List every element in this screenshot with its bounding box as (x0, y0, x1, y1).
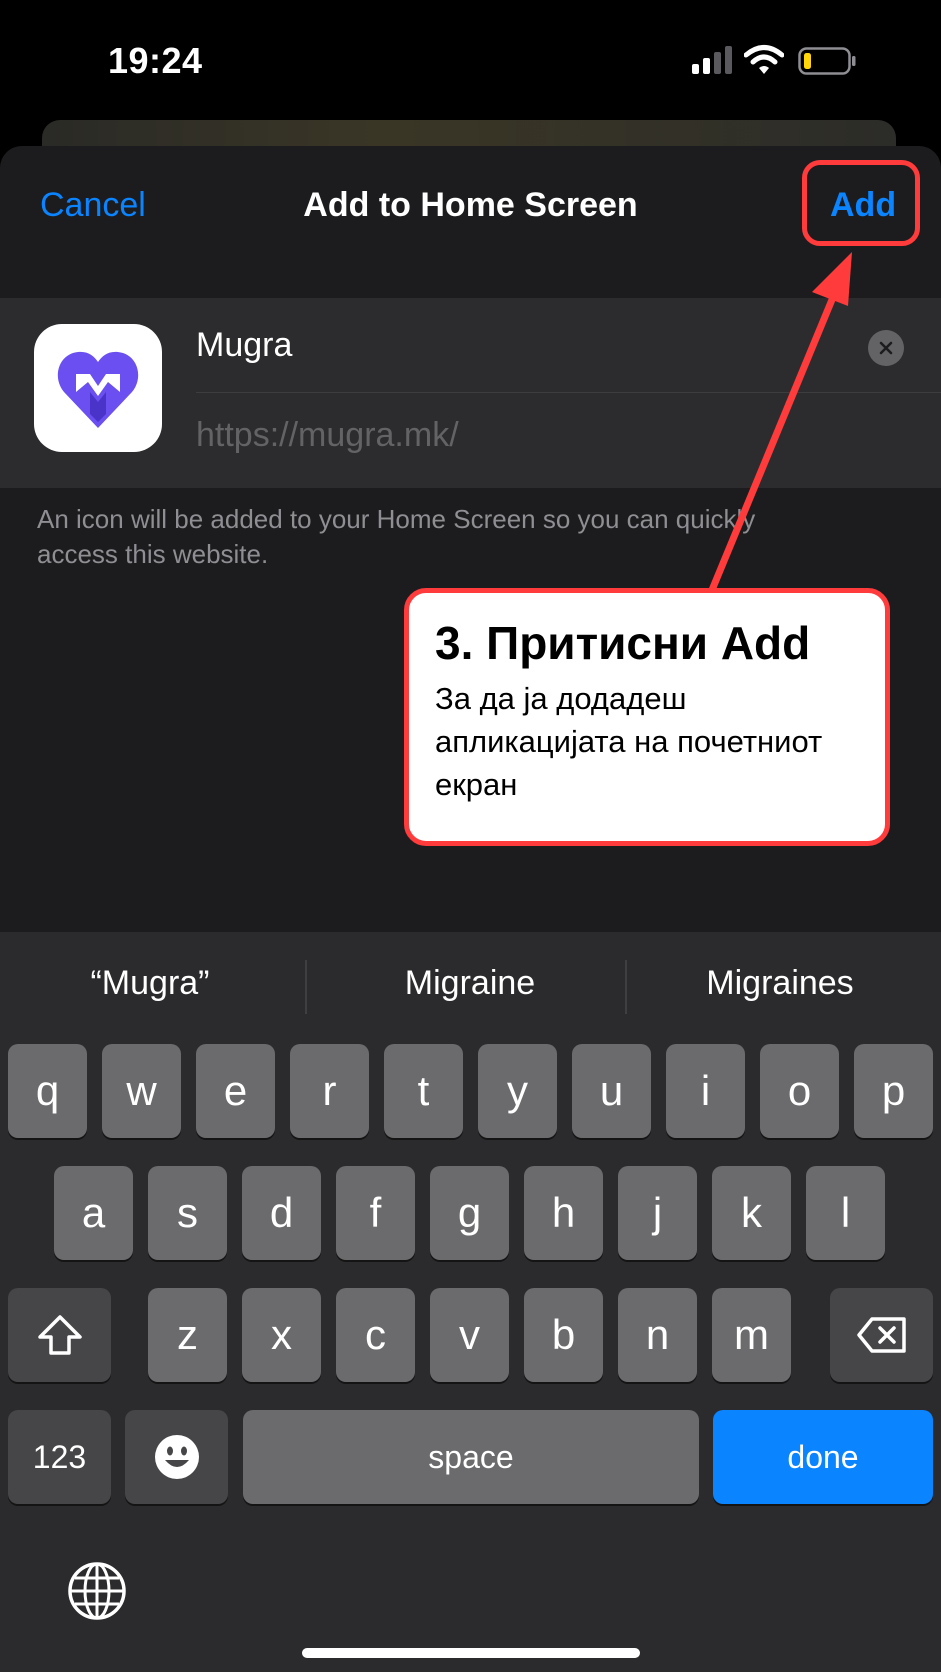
key-y[interactable]: y (478, 1044, 557, 1138)
key-d[interactable]: d (242, 1166, 321, 1260)
app-logo-icon (34, 324, 162, 452)
key-m[interactable]: m (712, 1288, 791, 1382)
suggestion-divider (625, 960, 627, 1014)
key-h[interactable]: h (524, 1166, 603, 1260)
key-g[interactable]: g (430, 1166, 509, 1260)
signal-icon (692, 46, 732, 74)
emoji-icon (154, 1435, 199, 1479)
key-j[interactable]: j (618, 1166, 697, 1260)
sheet-navbar: Cancel Add to Home Screen Add (0, 146, 941, 298)
delete-key[interactable] (830, 1288, 933, 1382)
key-t[interactable]: t (384, 1044, 463, 1138)
instruction-callout: 3. Притисни Add За да ја додадеш апликац… (404, 588, 890, 846)
callout-body: За да ја додадеш апликацијата на почетни… (435, 681, 823, 802)
home-indicator (302, 1648, 640, 1658)
emoji-key[interactable] (125, 1410, 228, 1504)
suggestion-item[interactable]: Migraine (320, 964, 620, 1003)
key-x[interactable]: x (242, 1288, 321, 1382)
key-o[interactable]: o (760, 1044, 839, 1138)
numbers-key[interactable]: 123 (8, 1410, 111, 1504)
clear-icon[interactable] (868, 330, 904, 366)
shift-key[interactable] (8, 1288, 111, 1382)
app-name-field[interactable]: Mugra (196, 326, 292, 365)
suggestion-item[interactable]: “Mugra” (0, 964, 300, 1003)
add-button-highlight (802, 160, 920, 246)
key-b[interactable]: b (524, 1288, 603, 1382)
key-u[interactable]: u (572, 1044, 651, 1138)
suggestion-divider (305, 960, 307, 1014)
key-c[interactable]: c (336, 1288, 415, 1382)
suggestion-item[interactable]: Migraines (630, 964, 930, 1003)
row-divider (196, 392, 941, 393)
key-i[interactable]: i (666, 1044, 745, 1138)
app-details-row: Mugra https://mugra.mk/ (0, 298, 941, 488)
status-bar: 19:24 (0, 0, 941, 120)
shift-icon (37, 1315, 82, 1355)
delete-icon (856, 1317, 906, 1353)
done-key[interactable]: done (713, 1410, 933, 1504)
callout-title: 3. Притисни Add (435, 617, 811, 669)
wifi-icon (744, 45, 784, 74)
key-n[interactable]: n (618, 1288, 697, 1382)
key-a[interactable]: a (54, 1166, 133, 1260)
key-r[interactable]: r (290, 1044, 369, 1138)
url-text: https://mugra.mk/ (196, 416, 459, 454)
key-k[interactable]: k (712, 1166, 791, 1260)
key-q[interactable]: q (8, 1044, 87, 1138)
key-f[interactable]: f (336, 1166, 415, 1260)
key-e[interactable]: e (196, 1044, 275, 1138)
key-l[interactable]: l (806, 1166, 885, 1260)
battery-icon (798, 47, 856, 75)
key-s[interactable]: s (148, 1166, 227, 1260)
key-p[interactable]: p (854, 1044, 933, 1138)
space-key[interactable]: space (243, 1410, 699, 1504)
sheet-title: Add to Home Screen (303, 186, 638, 224)
key-w[interactable]: w (102, 1044, 181, 1138)
key-v[interactable]: v (430, 1288, 509, 1382)
globe-icon[interactable] (66, 1560, 128, 1622)
info-text: An icon will be added to your Home Scree… (37, 504, 756, 569)
key-z[interactable]: z (148, 1288, 227, 1382)
status-time: 19:24 (108, 40, 203, 81)
suggestion-bar: “Mugra” Migraine Migraines (0, 932, 941, 1032)
